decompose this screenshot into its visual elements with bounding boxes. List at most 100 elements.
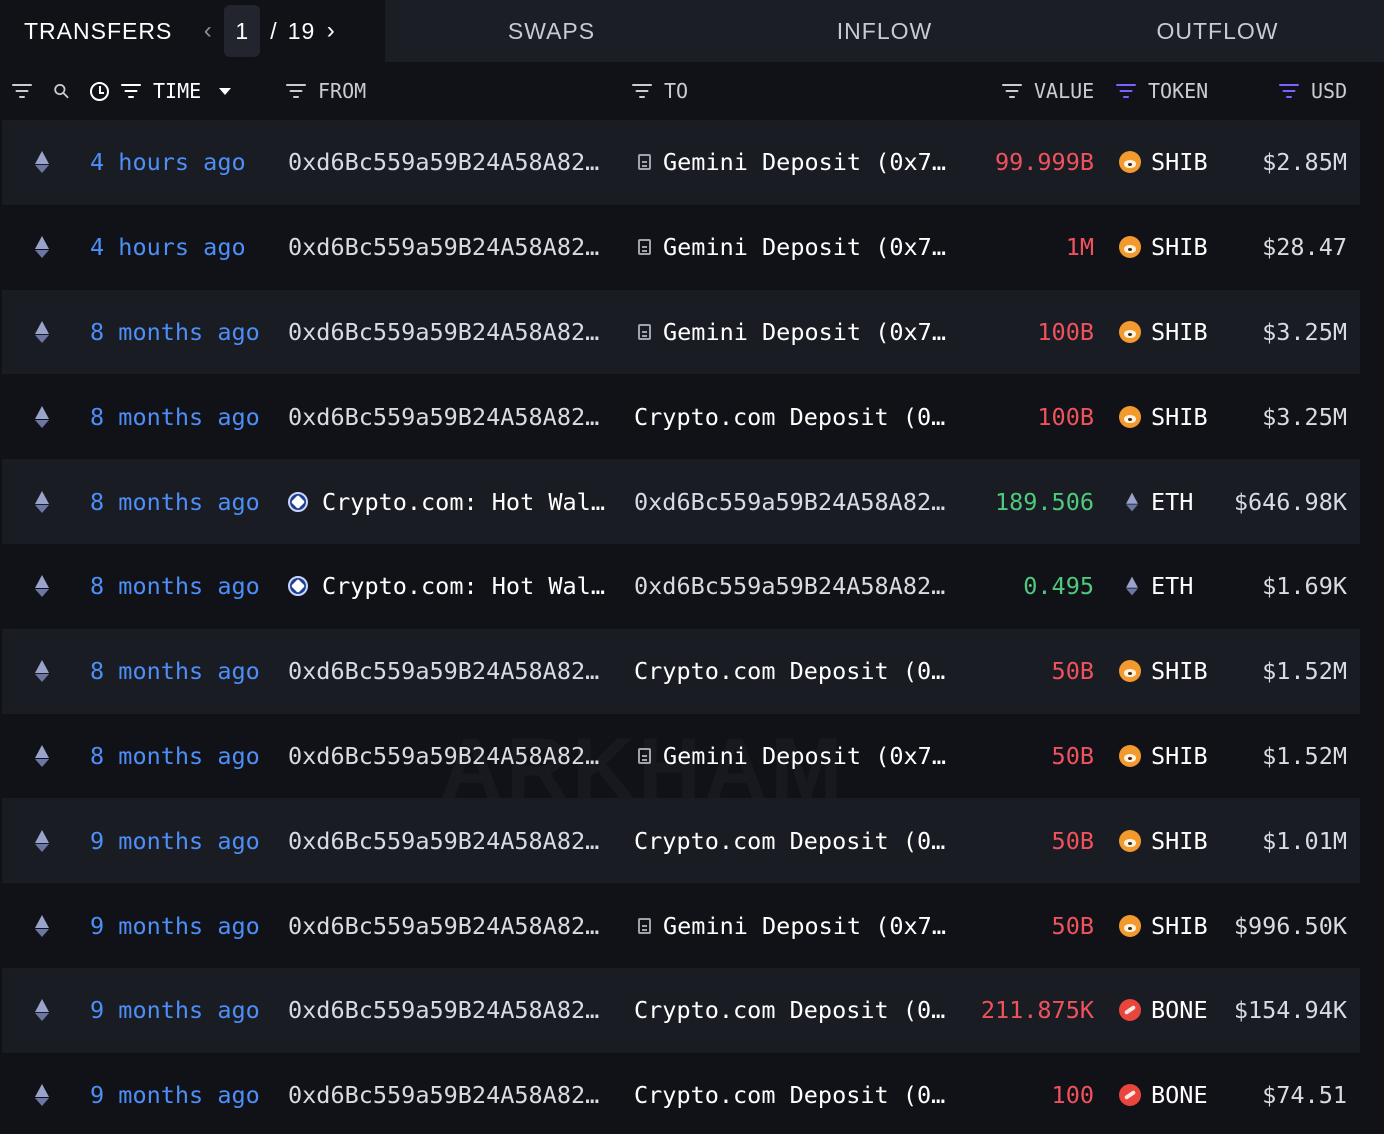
token-link[interactable]: BONE <box>1119 968 1229 1053</box>
time-link[interactable]: 8 months ago <box>90 714 280 799</box>
token-link[interactable]: SHIB <box>1119 205 1229 290</box>
time-column-header[interactable]: TIME <box>90 62 232 120</box>
time-link[interactable]: 9 months ago <box>90 1053 280 1134</box>
time-link[interactable]: 4 hours ago <box>90 205 280 290</box>
from-address-link[interactable]: 0xd6Bc559a59B24A58A82… <box>288 205 618 290</box>
token-link[interactable]: SHIB <box>1119 374 1229 459</box>
token-link[interactable]: SHIB <box>1119 629 1229 714</box>
crypto-com-icon <box>288 576 308 597</box>
time-link[interactable]: 9 months ago <box>90 883 280 968</box>
time-text: 8 months ago <box>90 741 260 770</box>
value-filter-icon[interactable] <box>1002 84 1022 98</box>
time-link[interactable]: 9 months ago <box>90 968 280 1053</box>
token-column-header[interactable]: TOKEN <box>1116 62 1208 120</box>
time-link[interactable]: 8 months ago <box>90 629 280 714</box>
to-address-link[interactable]: Crypto.com Deposit (0… <box>634 1053 954 1134</box>
to-address-link[interactable]: Gemini Deposit (0x7… <box>634 290 954 375</box>
chain-filter-icon[interactable] <box>12 84 32 98</box>
table-row[interactable]: 4 hours ago 0xd6Bc559a59B24A58A82… Gemini … <box>2 120 1360 205</box>
time-link[interactable]: 8 months ago <box>90 544 280 629</box>
token-link[interactable]: SHIB <box>1119 290 1229 375</box>
value-text: 50B <box>1051 741 1094 770</box>
table-row[interactable]: 9 months ago 0xd6Bc559a59B24A58A82… Crypto… <box>2 798 1360 884</box>
from-address-link[interactable]: 0xd6Bc559a59B24A58A82… <box>288 374 618 459</box>
time-link[interactable]: 9 months ago <box>90 798 280 883</box>
prev-page-chevron-left-icon[interactable]: ‹ <box>198 17 218 45</box>
to-column-header[interactable]: TO <box>632 62 688 120</box>
to-address-link[interactable]: Gemini Deposit (0x7… <box>634 714 954 799</box>
tab-swaps[interactable]: SWAPS <box>385 0 718 62</box>
time-link[interactable]: 8 months ago <box>90 374 280 459</box>
to-address-link[interactable]: Crypto.com Deposit (0… <box>634 798 954 883</box>
time-link[interactable]: 4 hours ago <box>90 120 280 205</box>
from-address-link[interactable]: Crypto.com: Hot Wal… <box>288 459 618 544</box>
from-address-link[interactable]: Crypto.com: Hot Wal… <box>288 544 618 629</box>
table-row[interactable]: 8 months ago Crypto.com: Hot Wal… 0xd6Bc55… <box>2 459 1360 544</box>
to-address-link[interactable]: Gemini Deposit (0x7… <box>634 205 954 290</box>
contract-document-icon <box>638 239 651 256</box>
to-text: Crypto.com Deposit (0… <box>634 1081 946 1110</box>
token-link[interactable]: ETH <box>1119 544 1229 629</box>
to-address-link[interactable]: Crypto.com Deposit (0… <box>634 374 954 459</box>
token-text: SHIB <box>1151 911 1208 940</box>
from-address-link[interactable]: 0xd6Bc559a59B24A58A82… <box>288 629 618 714</box>
sort-caret-down-icon[interactable] <box>219 87 232 95</box>
usd-cell: $646.98K <box>1227 459 1347 544</box>
next-page-chevron-right-icon[interactable]: › <box>321 17 341 45</box>
to-address-link[interactable]: Gemini Deposit (0x7… <box>634 883 954 968</box>
to-address-link[interactable]: 0xd6Bc559a59B24A58A82… <box>634 459 954 544</box>
value-column-header[interactable]: VALUE <box>1002 62 1094 120</box>
from-address-link[interactable]: 0xd6Bc559a59B24A58A82… <box>288 883 618 968</box>
from-address-link[interactable]: 0xd6Bc559a59B24A58A82… <box>288 120 618 205</box>
table-row[interactable]: 9 months ago 0xd6Bc559a59B24A58A82… Crypto… <box>2 967 1360 1053</box>
to-filter-icon[interactable] <box>632 84 652 98</box>
tab-inflow[interactable]: INFLOW <box>718 0 1051 62</box>
to-address-link[interactable]: Crypto.com Deposit (0… <box>634 968 954 1053</box>
link-icon[interactable]: ⚲ <box>48 77 75 104</box>
from-column-header[interactable]: FROM <box>286 62 366 120</box>
from-text: 0xd6Bc559a59B24A58A82… <box>288 148 600 177</box>
from-address-link[interactable]: 0xd6Bc559a59B24A58A82… <box>288 714 618 799</box>
table-row[interactable]: 8 months ago Crypto.com: Hot Wal… 0xd6Bc55… <box>2 543 1360 629</box>
token-link[interactable]: BONE <box>1119 1053 1229 1134</box>
from-address-link[interactable]: 0xd6Bc559a59B24A58A82… <box>288 290 618 375</box>
from-address-link[interactable]: 0xd6Bc559a59B24A58A82… <box>288 968 618 1053</box>
table-row[interactable]: 8 months ago 0xd6Bc559a59B24A58A82… Crypto… <box>2 628 1360 714</box>
usd-cell: $3.25M <box>1227 374 1347 459</box>
to-address-link[interactable]: 0xd6Bc559a59B24A58A82… <box>634 544 954 629</box>
table-row[interactable]: 9 months ago 0xd6Bc559a59B24A58A82… Crypto… <box>2 1052 1360 1134</box>
to-address-link[interactable]: Gemini Deposit (0x7… <box>634 120 954 205</box>
table-row[interactable]: 9 months ago 0xd6Bc559a59B24A58A82… Gemini… <box>2 883 1360 968</box>
from-filter-icon[interactable] <box>286 84 306 98</box>
table-row[interactable]: 8 months ago 0xd6Bc559a59B24A58A82… Gemini… <box>2 713 1360 799</box>
table-row[interactable]: 4 hours ago 0xd6Bc559a59B24A58A82… Gemini … <box>2 204 1360 290</box>
usd-text: $996.50K <box>1233 911 1347 940</box>
usd-filter-icon[interactable] <box>1279 84 1299 98</box>
from-text: 0xd6Bc559a59B24A58A82… <box>288 233 600 262</box>
value-text: 189.506 <box>994 487 1094 516</box>
tab-outflow[interactable]: OUTFLOW <box>1051 0 1384 62</box>
to-address-link[interactable]: Crypto.com Deposit (0… <box>634 629 954 714</box>
table-row[interactable]: 8 months ago 0xd6Bc559a59B24A58A82… Crypto… <box>2 374 1360 460</box>
token-link[interactable]: ETH <box>1119 459 1229 544</box>
token-link[interactable]: SHIB <box>1119 798 1229 883</box>
from-address-link[interactable]: 0xd6Bc559a59B24A58A82… <box>288 1053 618 1134</box>
shib-token-icon <box>1119 660 1141 683</box>
token-link[interactable]: SHIB <box>1119 883 1229 968</box>
from-address-link[interactable]: 0xd6Bc559a59B24A58A82… <box>288 798 618 883</box>
current-page-input[interactable]: 1 <box>224 5 261 57</box>
usd-column-header[interactable]: USD <box>1279 62 1347 120</box>
token-link[interactable]: SHIB <box>1119 714 1229 799</box>
table-row[interactable]: 8 months ago 0xd6Bc559a59B24A58A82… Gemini… <box>2 289 1360 375</box>
time-filter-icon[interactable] <box>121 84 141 98</box>
usd-text: $3.25M <box>1262 402 1347 431</box>
from-text: 0xd6Bc559a59B24A58A82… <box>288 741 600 770</box>
token-link[interactable]: SHIB <box>1119 120 1229 205</box>
time-link[interactable]: 8 months ago <box>90 290 280 375</box>
chain-cell <box>30 798 54 883</box>
usd-cell: $74.51 <box>1227 1053 1347 1134</box>
token-filter-icon[interactable] <box>1116 84 1136 98</box>
time-link[interactable]: 8 months ago <box>90 459 280 544</box>
usd-text: $1.52M <box>1262 741 1347 770</box>
tab-transfers[interactable]: TRANSFERS ‹ 1 / 19 › <box>0 0 385 62</box>
